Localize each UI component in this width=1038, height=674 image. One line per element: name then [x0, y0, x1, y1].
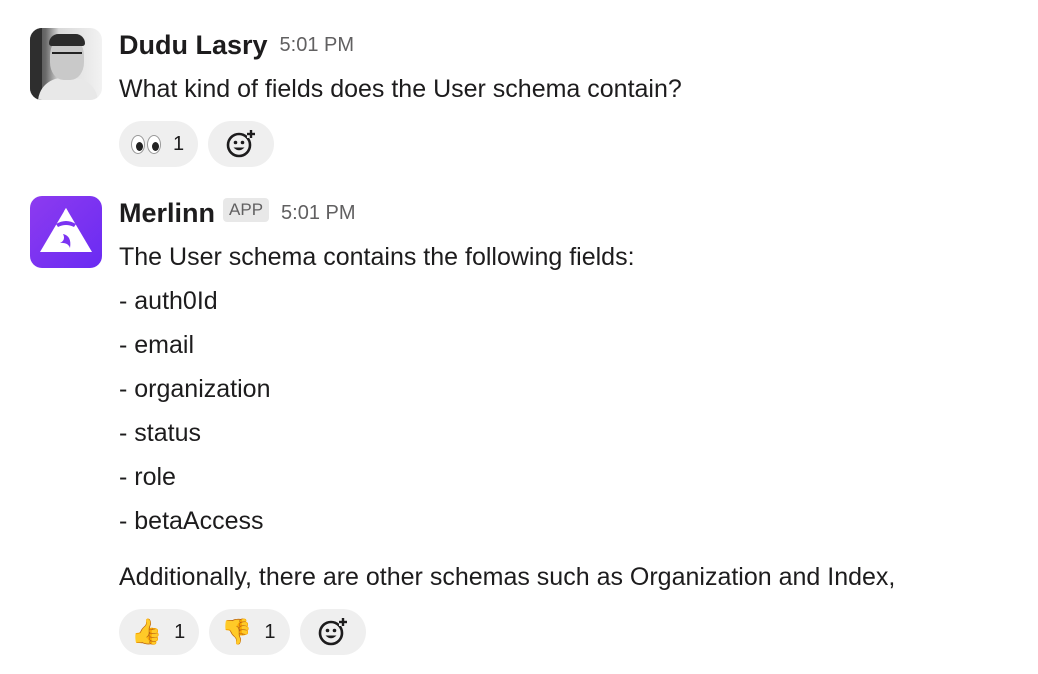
message-line: - role [119, 463, 176, 491]
thumbs-up-icon: 👍 [131, 617, 163, 646]
add-reaction-icon [226, 129, 256, 158]
avatar-shirt [38, 78, 98, 100]
message-line: - email [119, 331, 195, 359]
message-header: Merlinn APP 5:01 PM [119, 196, 1030, 230]
sender-name[interactable]: Merlinn [119, 198, 215, 228]
message-header: Dudu Lasry 5:01 PM [119, 28, 1030, 62]
avatar-glasses [52, 52, 82, 61]
reactions-bar: 1 [119, 121, 1030, 167]
thumbs-down-icon: 👎 [221, 617, 253, 646]
message-content: Dudu Lasry 5:01 PM What kind of fields do… [119, 28, 1030, 167]
reaction-count: 1 [173, 132, 185, 155]
reaction-thumbs-up-button[interactable]: 👍 1 [119, 609, 200, 655]
message-line: Additionally, there are other schemas su… [119, 563, 896, 591]
reaction-eyes-button[interactable]: 1 [119, 121, 199, 167]
app-avatar[interactable] [30, 196, 102, 268]
user-avatar[interactable] [30, 28, 102, 100]
add-reaction-button[interactable] [299, 609, 366, 655]
message-line: - betaAccess [119, 507, 264, 535]
add-reaction-icon [318, 617, 347, 646]
eyes-icon [131, 134, 161, 154]
message-line: - status [119, 419, 201, 447]
message-content: Merlinn APP 5:01 PM The User schema contai… [119, 196, 1030, 655]
timestamp[interactable]: 5:01 PM [281, 202, 355, 224]
message-line: - auth0Id [119, 287, 218, 315]
timestamp[interactable]: 5:01 PM [280, 34, 354, 56]
sender-name[interactable]: Dudu Lasry [119, 30, 268, 60]
message-line: - organization [119, 375, 271, 403]
wizard-hat-logo-icon [40, 208, 92, 252]
reactions-bar: 👍 1 👎 1 [119, 609, 1030, 655]
message-line: The User schema contains the following f… [119, 243, 635, 271]
reaction-count: 1 [174, 620, 186, 643]
reaction-count: 1 [264, 620, 276, 643]
reaction-thumbs-down-button[interactable]: 👎 1 [209, 609, 290, 655]
add-reaction-button[interactable] [208, 121, 275, 167]
avatar-hair [49, 34, 85, 46]
app-badge: APP [223, 198, 270, 222]
message-text: What kind of fields does the User schema… [119, 75, 682, 103]
